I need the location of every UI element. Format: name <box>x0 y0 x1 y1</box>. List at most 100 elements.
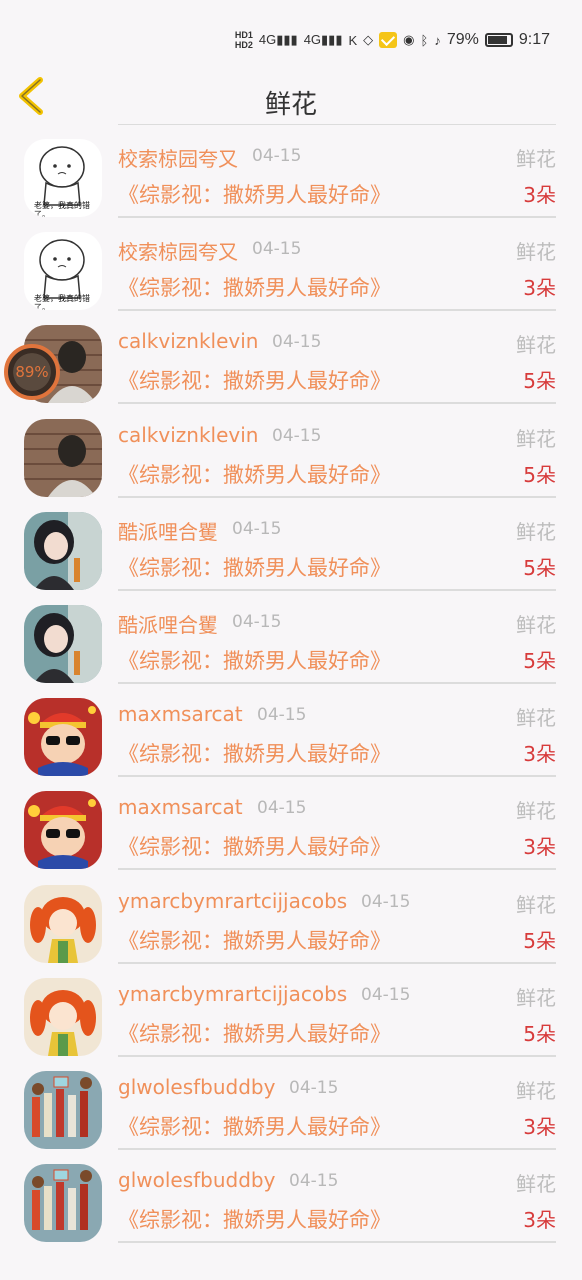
status-bar: HD1 HD2 4G▮▮▮ 4G▮▮▮ K ◇ ◉ ᛒ ♪ 79% 9:17 <box>0 0 582 68</box>
row-divider <box>118 1148 556 1150</box>
gift-count: 5朵 <box>523 928 556 953</box>
list-item[interactable]: 老婆，我真的错了。 校索椋园夸又 04-15 鲜花 《综影视：撒娇男人最好命》 3朵 <box>0 226 582 319</box>
gift-record-list[interactable]: 《综影视：撒娇男人最好命》3朵老婆，我真的错了。校索椋园夸又04-15鲜花《综影… <box>0 0 582 1280</box>
mail-icon <box>379 32 398 48</box>
gift-date: 04-15 <box>257 798 307 819</box>
work-title[interactable]: 《综影视：撒娇男人最好命》 <box>118 645 391 675</box>
user-name[interactable]: maxmsarcat <box>118 795 243 819</box>
gift-count: 3朵 <box>523 276 556 301</box>
clock: 9:17 <box>518 31 550 48</box>
avatar[interactable] <box>24 511 102 590</box>
list-item[interactable]: calkviznklevin 04-15 鲜花 《综影视：撒娇男人最好命》 5朵 <box>0 413 582 506</box>
row-divider <box>118 961 556 964</box>
list-item[interactable]: glwolesfbuddby 04-15 鲜花《综影视：撒娇男人最好命》 3朵 <box>0 1065 582 1158</box>
gift-type: 鲜花 <box>516 1172 556 1197</box>
work-title[interactable]: 《综影视：撒娇男人最好命》 <box>118 552 391 582</box>
gift-type: 鲜花 <box>516 333 556 358</box>
row-divider <box>118 868 556 871</box>
work-title[interactable]: 《综影视：撒娇男人最好命》 <box>118 831 391 861</box>
list-item[interactable]: glwolesfbuddby 04-15 鲜花 《综影视：撒娇男人最好命》 3朵 <box>0 1158 582 1251</box>
avatar[interactable] <box>24 1071 102 1149</box>
user-name[interactable]: 酷派哩合矍 <box>118 609 218 638</box>
signal-icon-2: 4G▮▮▮ <box>303 32 343 47</box>
gift-date: 04-15 <box>272 332 322 353</box>
work-title[interactable]: 《综影视：撒娇男人最好命》 <box>118 459 391 489</box>
user-name[interactable]: glwolesfbuddby <box>118 1168 275 1192</box>
user-name[interactable]: 酷派哩合矍 <box>118 516 218 545</box>
gift-date: 04-15 <box>272 425 322 446</box>
gift-date: 04-15 <box>257 705 307 726</box>
gift-count: 5朵 <box>523 649 556 673</box>
work-title[interactable]: 《综影视：撒娇男人最好命》 <box>118 1018 391 1048</box>
work-title[interactable]: 《综影视：撒娇男人最好命》 <box>118 272 391 302</box>
gift-date: 04-15 <box>252 146 302 166</box>
gift-type: 鲜花 <box>516 892 556 917</box>
user-name[interactable]: calkviznklevin <box>118 329 258 353</box>
row-divider <box>118 216 556 218</box>
gift-date: 04-15 <box>252 239 302 260</box>
gift-date: 04-15 <box>289 1078 339 1098</box>
list-item[interactable]: maxmsarcat 04-15 鲜花《综影视：撒娇男人最好命》 3朵 <box>0 692 582 785</box>
list-item[interactable]: 酷派哩合矍 04-15 鲜花 《综影视：撒娇男人最好命》 5朵 <box>0 599 582 692</box>
user-name[interactable]: maxmsarcat <box>118 702 243 726</box>
work-title[interactable]: 《综影视：撒娇男人最好命》 <box>118 1111 391 1141</box>
gift-count: 3朵 <box>523 183 556 207</box>
gift-count: 3朵 <box>523 742 556 767</box>
gift-type: 鲜花 <box>516 426 556 451</box>
work-title[interactable]: 《综影视：撒娇男人最好命》 <box>118 925 391 955</box>
user-name[interactable]: calkviznklevin <box>118 423 258 447</box>
avatar[interactable] <box>24 698 102 777</box>
list-item[interactable]: calkviznklevin 04-15 鲜花《综影视：撒娇男人最好命》 5朵 <box>0 319 582 412</box>
gift-type: 鲜花 <box>516 985 556 1010</box>
user-name[interactable]: glwolesfbuddby <box>118 1075 275 1099</box>
gift-count: 3朵 <box>523 835 556 860</box>
work-title[interactable]: 《综影视：撒娇男人最好命》 <box>118 1204 391 1234</box>
bluetooth-icon: ᛒ <box>420 32 429 48</box>
avatar[interactable] <box>24 418 102 497</box>
gift-count: 5朵 <box>523 555 556 580</box>
list-item[interactable]: ymarcbymrartcijjacobs 04-15 鲜花《综影视：撒娇男人最好命… <box>0 972 582 1065</box>
row-divider <box>118 1241 556 1244</box>
avatar[interactable] <box>24 1164 102 1243</box>
page-title: 鲜花 <box>264 90 317 120</box>
list-item[interactable]: 老婆，我真的错了。 校索椋园夸又 04-15 鲜花 《综影视：撒娇男人最好命》 3朵 <box>0 133 582 226</box>
row-divider <box>118 309 556 312</box>
gift-type: 鲜花 <box>516 706 556 731</box>
row-divider <box>118 495 556 498</box>
work-title[interactable]: 《综影视：撒娇男人最好命》 <box>118 365 391 395</box>
row-divider <box>118 402 556 405</box>
gift-date: 04-15 <box>232 612 282 632</box>
avatar[interactable] <box>24 977 102 1056</box>
gift-type: 鲜花 <box>516 1079 556 1103</box>
avatar[interactable] <box>24 884 102 963</box>
work-title[interactable]: 《综影视：撒娇男人最好命》 <box>118 738 391 768</box>
list-item[interactable]: ymarcbymrartcijjacobs 04-15 鲜花《综影视：撒娇男人最好命… <box>0 879 582 972</box>
gift-date: 04-15 <box>361 984 411 1005</box>
shield-icon: ◇ <box>363 32 374 47</box>
gift-count: 3朵 <box>523 1208 556 1233</box>
row-divider <box>118 588 556 591</box>
user-name[interactable]: ymarcbymrartcijjacobs <box>118 982 347 1006</box>
list-item[interactable]: 酷派哩合矍 04-15 鲜花 《综影视：撒娇男人最好命》 5朵 <box>0 506 582 599</box>
user-name[interactable]: ymarcbymrartcijjacobs <box>118 889 347 913</box>
work-title[interactable]: 《综影视：撒娇男人最好命》 <box>118 179 391 209</box>
gift-date: 04-15 <box>232 518 282 539</box>
user-name[interactable]: 校索椋园夸又 <box>118 236 238 265</box>
avatar[interactable] <box>24 605 102 683</box>
hd-indicator: HD1 HD2 <box>234 30 253 50</box>
avatar-caption: 老婆，我真的错了。 <box>34 294 90 311</box>
avatar[interactable] <box>24 791 102 870</box>
avatar[interactable]: 老婆，我真的错了。 <box>24 139 102 217</box>
gift-count: 3朵 <box>523 1115 556 1139</box>
gift-date: 04-15 <box>361 891 411 912</box>
user-name[interactable]: 校索椋园夸又 <box>118 143 238 172</box>
battery-percent: 79% <box>446 31 479 48</box>
list-item[interactable]: maxmsarcat 04-15 鲜花 《综影视：撒娇男人最好命》 3朵 <box>0 785 582 878</box>
row-divider <box>118 1054 556 1057</box>
progress-percent: 89% <box>15 363 49 381</box>
gift-count: 5朵 <box>523 369 556 394</box>
avatar[interactable]: 老婆，我真的错了。 <box>24 232 102 311</box>
gift-count: 5朵 <box>523 1021 556 1046</box>
title-bar: 鲜花 <box>0 68 582 124</box>
floating-progress-badge[interactable]: 89% <box>4 344 60 400</box>
